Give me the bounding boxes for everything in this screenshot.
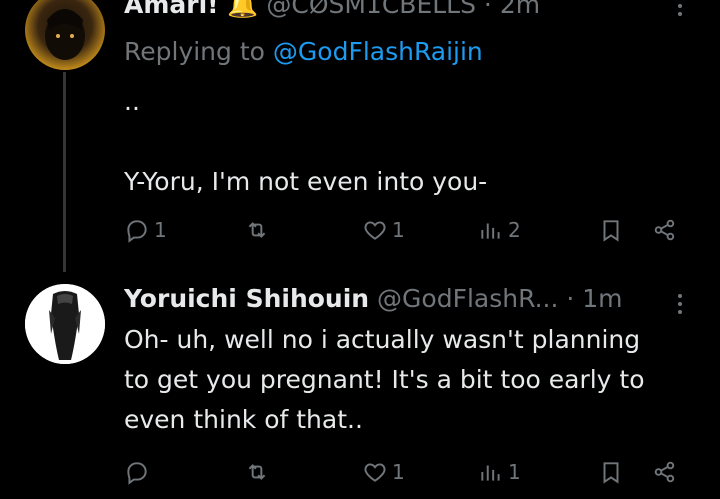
- like-count: 1: [392, 460, 405, 484]
- avatar-image: [25, 284, 105, 364]
- like-button[interactable]: 1: [362, 452, 405, 492]
- views-button[interactable]: 2: [478, 210, 521, 250]
- avatar[interactable]: [25, 0, 105, 70]
- heart-icon: [364, 221, 386, 240]
- post-header: Yoruichi Shihouin @GodFlashR... · 1m: [124, 284, 660, 314]
- repost-button[interactable]: [244, 452, 274, 492]
- share-icon: [654, 461, 675, 483]
- reply-mention[interactable]: @GodFlashRaijin: [273, 37, 483, 66]
- bookmark-button[interactable]: [598, 452, 624, 492]
- like-count: 1: [392, 218, 405, 242]
- bookmark-icon: [603, 462, 619, 484]
- more-icon[interactable]: [670, 0, 690, 22]
- user-handle[interactable]: @CØSM1CBELLS: [266, 0, 476, 19]
- share-button[interactable]: [652, 210, 678, 250]
- replying-to: Replying to @GodFlashRaijin: [124, 37, 483, 66]
- repost-icon: [248, 464, 266, 480]
- timestamp[interactable]: 2m: [500, 0, 540, 19]
- bookmark-button[interactable]: [598, 210, 624, 250]
- reply-icon: [127, 462, 147, 485]
- like-button[interactable]: 1: [362, 210, 405, 250]
- heart-icon: [364, 463, 386, 482]
- share-icon: [654, 219, 675, 241]
- views-button[interactable]: 1: [478, 452, 521, 492]
- action-bar: 1 1: [0, 452, 720, 492]
- post-amari[interactable]: Amari! 🔔 @CØSM1CBELLS · 2m Replying to @…: [0, 0, 720, 272]
- bookmark-icon: [603, 220, 619, 242]
- post-text-line: even think of that..: [124, 405, 363, 434]
- view-count: 2: [508, 218, 521, 242]
- more-icon[interactable]: [670, 288, 690, 320]
- user-handle[interactable]: @GodFlashR...: [377, 284, 558, 313]
- timestamp[interactable]: 1m: [582, 284, 622, 313]
- view-count: 1: [508, 460, 521, 484]
- separator: ·: [566, 284, 575, 313]
- post-text-line: Oh- uh, well no i actually wasn't planni…: [124, 325, 641, 354]
- post-text-line: ..: [124, 87, 140, 116]
- post-text: Oh- uh, well no i actually wasn't planni…: [124, 320, 696, 440]
- repost-button[interactable]: [244, 210, 274, 250]
- post-text-line: to get you pregnant! It's a bit too earl…: [124, 365, 645, 394]
- repost-icon: [248, 222, 266, 238]
- display-name[interactable]: Amari! 🔔: [124, 0, 258, 19]
- avatar-image: [45, 9, 85, 60]
- post-text-line: Y-Yoru, I'm not even into you-: [124, 167, 488, 196]
- share-button[interactable]: [652, 452, 678, 492]
- action-bar: 1 1 2: [0, 210, 720, 250]
- views-icon: [481, 465, 500, 481]
- replying-label: Replying to: [124, 37, 265, 66]
- views-icon: [481, 223, 500, 239]
- post-text: .. Y-Yoru, I'm not even into you-: [124, 82, 696, 202]
- display-name[interactable]: Yoruichi Shihouin: [124, 284, 369, 313]
- post-header: Amari! 🔔 @CØSM1CBELLS · 2m: [124, 0, 660, 20]
- reply-count: 1: [154, 218, 167, 242]
- reply-button[interactable]: 1: [124, 210, 167, 250]
- separator: ·: [483, 0, 492, 19]
- reply-icon: [127, 220, 147, 243]
- post-yoruichi[interactable]: Yoruichi Shihouin @GodFlashR... · 1m Oh-…: [0, 282, 720, 499]
- reply-button[interactable]: [124, 452, 154, 492]
- avatar[interactable]: [25, 284, 105, 364]
